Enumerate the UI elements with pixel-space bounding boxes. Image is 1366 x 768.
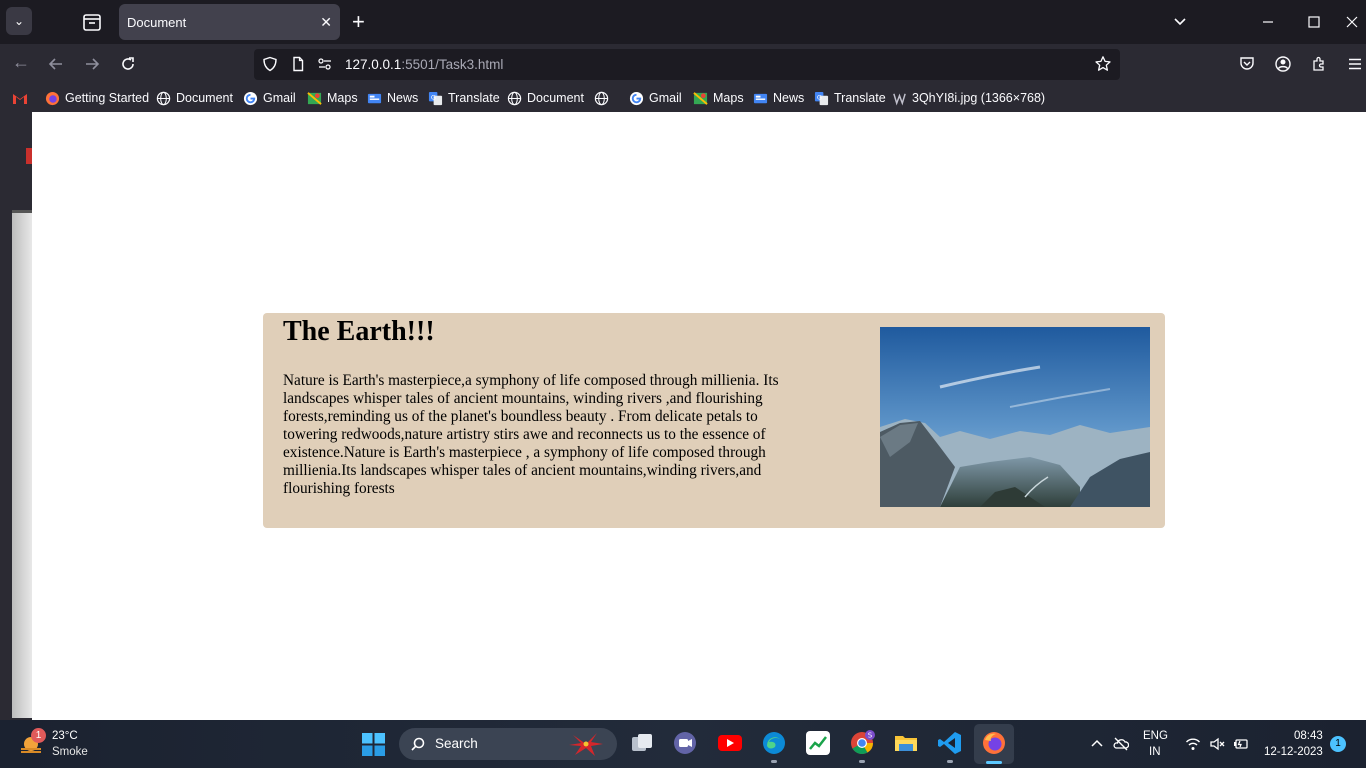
close-window-icon[interactable] — [1342, 12, 1362, 32]
nature-paragraph: Nature is Earth's masterpiece,a symphony… — [283, 372, 779, 497]
permissions-icon[interactable] — [317, 56, 333, 72]
translate-icon: G — [814, 91, 829, 105]
taskbar-search[interactable]: Search — [399, 728, 617, 760]
bookmark-getting-started[interactable]: Getting Started — [45, 90, 149, 106]
gmail-icon — [13, 94, 27, 104]
url-text[interactable]: 127.0.0.1:5501/Task3.html — [345, 57, 503, 72]
bookmark-untitled[interactable] — [594, 90, 614, 106]
url-bar[interactable]: 127.0.0.1:5501/Task3.html — [254, 49, 1120, 80]
reload-icon[interactable] — [119, 55, 137, 73]
chevron-down-icon[interactable] — [1172, 14, 1188, 30]
language-indicator[interactable]: ENG — [1143, 730, 1168, 742]
poinsettia-icon — [569, 733, 603, 756]
bookmark-image[interactable]: 3QhYI8i.jpg (1366×768) — [892, 90, 1045, 106]
maps-icon — [307, 91, 322, 105]
page-content: The Earth!!! Nature is Earth's masterpie… — [32, 112, 1366, 720]
shield-icon[interactable] — [262, 56, 278, 72]
background-window-strip: ⌄ ← — [0, 0, 32, 720]
bookmark-maps-2[interactable]: Maps — [693, 90, 744, 106]
account-icon[interactable] — [1274, 55, 1292, 73]
weather-description[interactable]: Smoke — [52, 746, 88, 758]
bookmark-maps[interactable]: Maps — [307, 90, 358, 106]
google-icon — [629, 91, 644, 105]
notification-badge[interactable]: 1 — [1330, 736, 1346, 752]
back-icon[interactable] — [47, 55, 65, 73]
firefox-icon[interactable] — [981, 730, 1007, 756]
globe-icon — [507, 91, 522, 105]
news-icon — [753, 93, 768, 103]
edge-icon[interactable] — [761, 730, 787, 756]
earth-card: The Earth!!! Nature is Earth's masterpie… — [263, 313, 1165, 528]
image-icon — [893, 93, 906, 106]
task-view-icon[interactable] — [629, 730, 655, 756]
maps-icon — [693, 91, 708, 105]
weather-temperature[interactable]: 23°C — [52, 730, 78, 742]
volume-muted-icon[interactable] — [1209, 736, 1225, 752]
file-explorer-icon[interactable] — [893, 730, 919, 756]
bookmark-document[interactable]: Document — [156, 90, 233, 106]
maximize-icon[interactable] — [1304, 12, 1324, 32]
bookmarks-toolbar: Getting Started Document Gmail Maps News… — [32, 84, 1366, 112]
battery-charging-icon[interactable] — [1233, 736, 1249, 752]
windows-start-icon[interactable] — [362, 733, 385, 756]
firefox-view-icon[interactable] — [80, 10, 104, 34]
bookmark-translate-2[interactable]: G Translate — [814, 90, 886, 106]
chrome-icon[interactable]: S — [849, 730, 875, 756]
bookmark-news[interactable]: News — [367, 90, 418, 106]
bookmark-translate[interactable]: G Translate — [428, 90, 500, 106]
list-all-tabs-button[interactable]: ⌄ — [6, 7, 32, 35]
globe-icon — [594, 91, 609, 105]
stocks-app-icon[interactable] — [805, 730, 831, 756]
new-tab-button[interactable]: + — [352, 10, 365, 34]
vscode-icon[interactable] — [937, 730, 963, 756]
translate-icon: G — [428, 91, 443, 105]
search-icon — [411, 737, 425, 751]
bookmark-gmail-2[interactable]: Gmail — [629, 90, 682, 106]
page-icon[interactable] — [290, 56, 306, 72]
language-region[interactable]: IN — [1149, 746, 1161, 758]
bookmark-star-icon[interactable] — [1094, 55, 1112, 73]
clock-date[interactable]: 12-12-2023 — [1264, 746, 1323, 758]
weather-badge: 1 — [31, 728, 46, 743]
bookmark-gmail[interactable]: Gmail — [243, 90, 296, 106]
teams-chat-icon[interactable] — [672, 730, 698, 756]
show-hidden-icons-icon[interactable] — [1089, 736, 1105, 752]
bookmark-news-2[interactable]: News — [753, 90, 804, 106]
globe-icon — [156, 91, 171, 105]
mountain-image — [880, 327, 1150, 507]
news-icon — [367, 93, 382, 103]
svg-text:S: S — [868, 732, 873, 740]
tab-title: Document — [127, 15, 187, 30]
extensions-icon[interactable] — [1310, 55, 1328, 73]
taskbar: 1 23°C Smoke Search S ENG IN 08:43 12-12… — [0, 720, 1366, 768]
forward-icon[interactable] — [83, 55, 101, 73]
svg-text:G: G — [817, 93, 822, 101]
wifi-icon[interactable] — [1185, 736, 1201, 752]
google-icon — [243, 91, 258, 105]
background-back-icon: ← — [12, 52, 30, 72]
pocket-icon[interactable] — [1238, 55, 1256, 73]
bookmark-document-2[interactable]: Document — [507, 90, 584, 106]
menu-icon[interactable] — [1346, 55, 1364, 73]
close-tab-icon[interactable]: ✕ — [320, 13, 332, 31]
browser-window: Document ✕ + 127.0.0.1:5501/Task3.html G… — [32, 0, 1366, 720]
onedrive-offline-icon[interactable] — [1113, 736, 1129, 752]
firefox-icon — [45, 91, 60, 105]
tab-document[interactable]: Document ✕ — [119, 4, 340, 40]
tab-strip: Document ✕ + — [32, 0, 1366, 44]
clock-time[interactable]: 08:43 — [1294, 730, 1323, 742]
youtube-icon[interactable] — [717, 730, 743, 756]
page-title: The Earth!!! — [283, 316, 435, 347]
svg-text:G: G — [431, 93, 436, 101]
minimize-icon[interactable] — [1258, 12, 1278, 32]
navigation-toolbar: 127.0.0.1:5501/Task3.html — [32, 44, 1366, 84]
background-page — [12, 210, 32, 718]
